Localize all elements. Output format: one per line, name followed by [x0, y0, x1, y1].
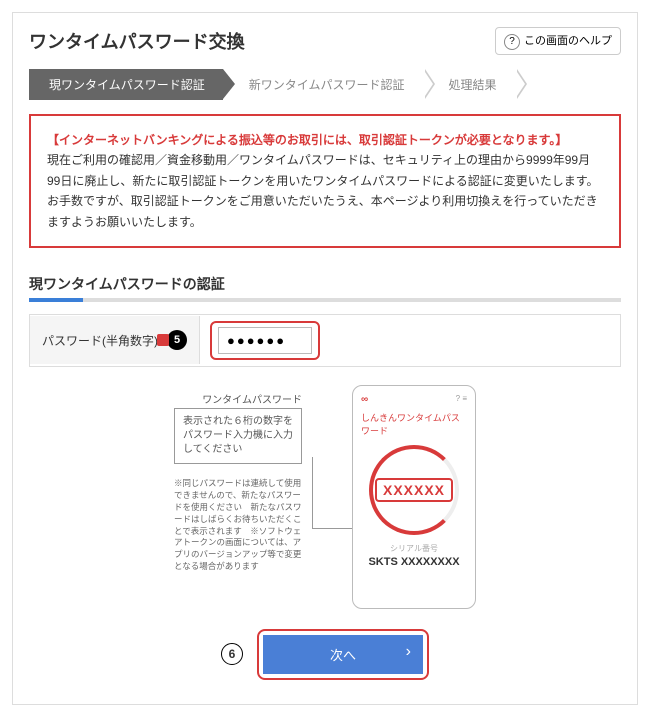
help-button[interactable]: この画面のヘルプ [495, 27, 621, 55]
header: ワンタイムパスワード交換 この画面のヘルプ [29, 27, 621, 55]
phone-otp-code: XXXXXX [375, 478, 453, 502]
notice-line-2: お手数ですが、取引認証トークンをご用意いただいたうえ、本ページより利用切換えを行… [47, 191, 603, 232]
phone-otp-label: しんきんワンタイムパスワード [361, 411, 467, 437]
callout-title: ワンタイムパスワード [202, 391, 302, 406]
password-highlight [210, 321, 320, 360]
phone-serial: SKTS XXXXXXXX [368, 556, 459, 568]
password-label-cell: パスワード(半角数字) 5 [30, 316, 200, 364]
step-badge-5: 5 [167, 330, 187, 350]
step-result: 処理結果 [423, 69, 515, 100]
phone-help-icon: ? [456, 394, 460, 403]
password-row: パスワード(半角数字) 5 [29, 314, 621, 367]
step-indicator: 現ワンタイムパスワード認証 新ワンタイムパスワード認証 処理結果 [29, 69, 621, 100]
callout-column: ワンタイムパスワード 表示された６桁の数字をパスワード入力機に入力してください … [174, 385, 302, 609]
phone-serial-label: シリアル番号 [390, 543, 438, 554]
next-button[interactable]: 次へ [263, 635, 423, 674]
phone-logo-icon: ∞ [361, 394, 368, 405]
phone-menu-icon: ≡ [462, 394, 467, 403]
password-input[interactable] [218, 327, 312, 354]
step-badge-6: 6 [221, 643, 243, 665]
password-label: パスワード(半角数字) [42, 332, 158, 349]
section-title: 現ワンタイムパスワードの認証 [29, 274, 621, 294]
page-container: ワンタイムパスワード交換 この画面のヘルプ 現ワンタイムパスワード認証 新ワンタ… [12, 12, 638, 705]
notice-line-1: 現在ご利用の確認用／資金移動用／ワンタイムパスワードは、セキュリティ上の理由から… [47, 150, 603, 191]
step-new-otp: 新ワンタイムパスワード認証 [223, 69, 423, 100]
notice-box: 【インターネットバンキングによる振込等のお取引には、取引認証トークンが必要となり… [29, 114, 621, 248]
notice-emphasis: 【インターネットバンキングによる振込等のお取引には、取引認証トークンが必要となり… [47, 130, 603, 150]
phone-mockup: ∞ ? ≡ しんきんワンタイムパスワード XXXXXX シリアル番号 SKTS … [352, 385, 476, 609]
next-row: 6 次へ [29, 629, 621, 680]
callout-box: 表示された６桁の数字をパスワード入力機に入力してください [174, 408, 302, 464]
callout-notes: ※同じパスワードは連続して使用できませんので、新たなパスワードを使用ください 新… [174, 478, 302, 573]
next-highlight: 次へ [257, 629, 429, 680]
page-title: ワンタイムパスワード交換 [29, 28, 245, 54]
connector-line [312, 457, 352, 529]
step-current: 現ワンタイムパスワード認証 [29, 69, 223, 100]
illustration-area: ワンタイムパスワード 表示された６桁の数字をパスワード入力機に入力してください … [29, 385, 621, 609]
phone-progress-ring: XXXXXX [369, 445, 459, 535]
section-bar [29, 298, 621, 302]
phone-top-row: ∞ ? ≡ [361, 394, 467, 405]
